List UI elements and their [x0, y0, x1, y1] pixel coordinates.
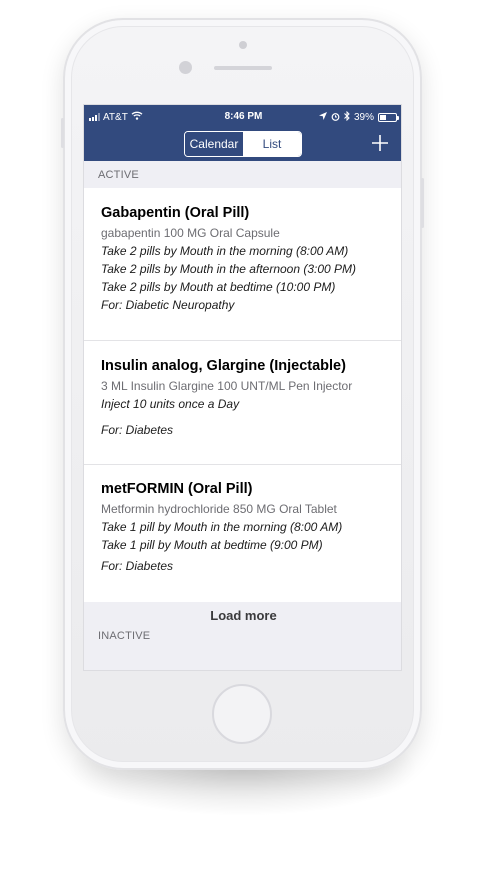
earpiece-speaker	[214, 66, 272, 70]
medication-instruction: Take 1 pill by Mouth at bedtime (9:00 PM…	[101, 538, 323, 552]
load-more-button[interactable]: Load more	[84, 608, 401, 623]
view-segmented-control: Calendar List	[184, 131, 302, 157]
status-bar: AT&T 8:46 PM 39%	[84, 105, 401, 127]
medication-item[interactable]: metFORMIN (Oral Pill) Metformin hydrochl…	[84, 465, 401, 602]
app-screen: AT&T 8:46 PM 39% Calendar List ACTIVE Ga…	[83, 104, 402, 671]
medication-instruction: Take 2 pills by Mouth at bedtime (10:00 …	[101, 280, 336, 294]
navigation-bar: AT&T 8:46 PM 39% Calendar List	[84, 105, 401, 161]
volume-button	[61, 118, 64, 148]
battery-fill	[380, 115, 386, 120]
medication-instruction: Take 2 pills by Mouth in the afternoon (…	[101, 262, 357, 276]
medication-description: gabapentin 100 MG Oral Capsule	[101, 226, 280, 240]
alarm-icon	[331, 112, 340, 124]
add-medication-button[interactable]	[369, 132, 391, 154]
medication-description: 3 ML Insulin Glargine 100 UNT/ML Pen Inj…	[101, 379, 353, 393]
plus-icon	[372, 135, 388, 151]
home-button[interactable]	[212, 684, 272, 744]
side-button	[421, 178, 424, 228]
battery-percent: 39%	[353, 112, 374, 123]
medication-instruction: Take 1 pill by Mouth in the morning (8:0…	[101, 520, 343, 534]
medication-description: Metformin hydrochloride 850 MG Oral Tabl…	[101, 502, 337, 516]
battery-icon	[378, 113, 399, 122]
section-header-active: ACTIVE	[98, 169, 139, 181]
status-right: 39%	[318, 110, 399, 124]
front-camera	[239, 41, 247, 49]
proximity-sensor	[179, 61, 192, 74]
section-header-inactive: INACTIVE	[98, 630, 151, 642]
medication-instruction: Inject 10 units once a Day	[101, 397, 240, 411]
location-icon	[318, 112, 327, 123]
tab-calendar[interactable]: Calendar	[185, 132, 243, 156]
medication-item[interactable]: Gabapentin (Oral Pill) gabapentin 100 MG…	[84, 188, 401, 341]
medication-name: metFORMIN (Oral Pill)	[101, 481, 253, 497]
tab-list[interactable]: List	[243, 132, 301, 156]
medication-instruction: Take 2 pills by Mouth in the morning (8:…	[101, 244, 349, 258]
stage: AT&T 8:46 PM 39% Calendar List ACTIVE Ga…	[0, 0, 485, 871]
medication-name: Insulin analog, Glargine (Injectable)	[101, 358, 346, 374]
medication-item[interactable]: Insulin analog, Glargine (Injectable) 3 …	[84, 341, 401, 465]
medication-condition: For: Diabetes	[101, 423, 174, 437]
medication-condition: For: Diabetes	[101, 559, 174, 573]
medication-name: Gabapentin (Oral Pill)	[101, 205, 250, 221]
medication-condition: For: Diabetic Neuropathy	[101, 298, 235, 312]
bluetooth-icon	[344, 110, 350, 124]
